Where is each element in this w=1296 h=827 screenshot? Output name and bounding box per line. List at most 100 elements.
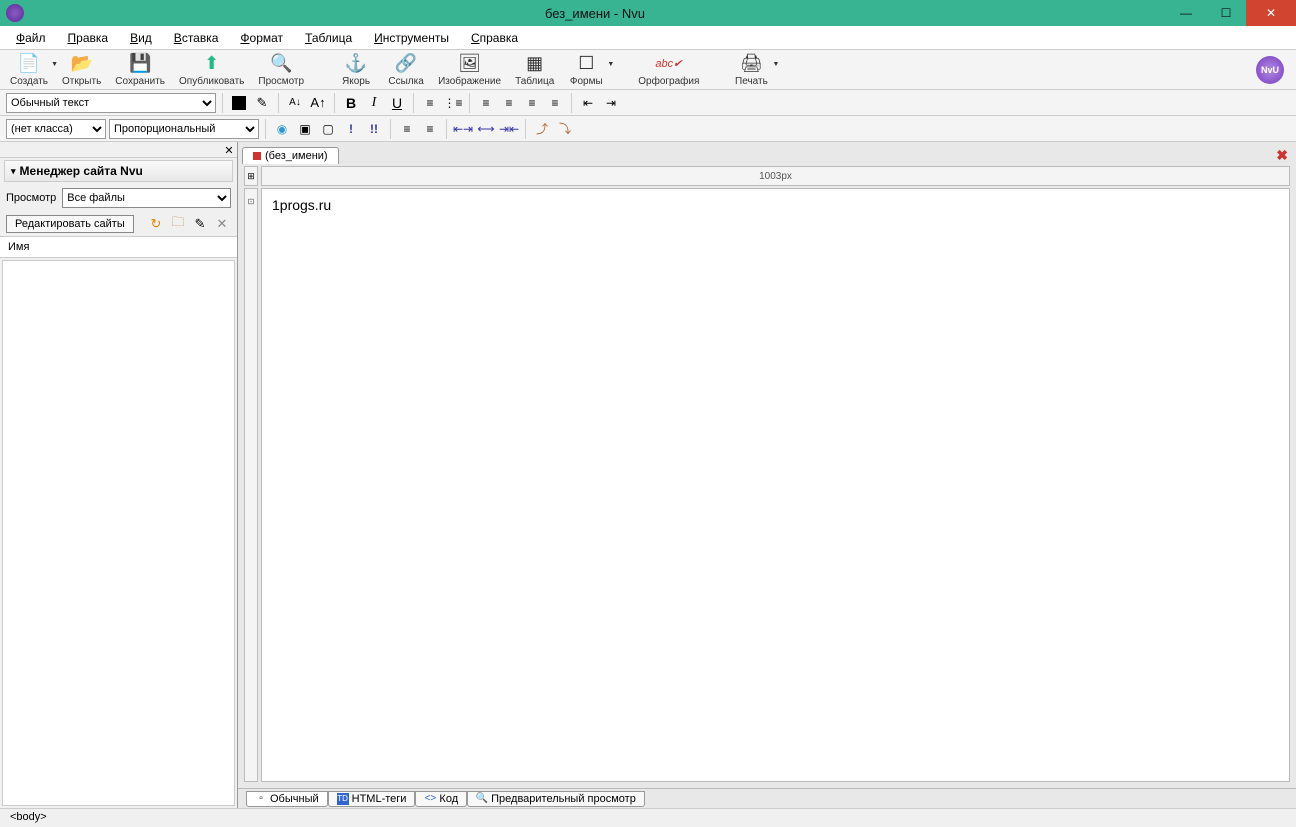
- separator: [525, 119, 526, 139]
- bold-button[interactable]: B: [341, 93, 361, 113]
- emphasis-button[interactable]: ◉: [272, 119, 292, 139]
- separator: [446, 119, 447, 139]
- strong-button[interactable]: ▣: [295, 119, 315, 139]
- unordered-list-button[interactable]: ⋮≡: [443, 93, 463, 113]
- align-right-button[interactable]: ≡: [522, 93, 542, 113]
- align-center-button[interactable]: ≡: [499, 93, 519, 113]
- modified-indicator-icon: [253, 152, 261, 160]
- editor-canvas[interactable]: 1progs.ru: [261, 188, 1290, 782]
- ordered-list-button[interactable]: ≡: [420, 93, 440, 113]
- font-select[interactable]: Пропорциональный: [109, 119, 259, 139]
- paragraph-style-select[interactable]: Обычный текст: [6, 93, 216, 113]
- class-select[interactable]: (нет класса): [6, 119, 106, 139]
- italic-button[interactable]: I: [364, 93, 384, 113]
- save-icon: 💾: [129, 53, 151, 75]
- view-tab-tags[interactable]: TD HTML-теги: [328, 791, 416, 807]
- publish-button[interactable]: ⬆ Опубликовать: [173, 51, 250, 89]
- new-icon: 📄: [18, 53, 40, 75]
- form-button[interactable]: ☐ Формы ▼: [562, 51, 610, 89]
- menu-view[interactable]: Вид: [120, 28, 162, 48]
- edit-sites-button[interactable]: Редактировать сайты: [6, 215, 134, 233]
- underline-button[interactable]: U: [387, 93, 407, 113]
- editor-area: (без_имени) ✖ ⊞ 1003px ⊡ 1progs.ru ▫ Обы…: [238, 142, 1296, 808]
- ruler-corner[interactable]: ⊞: [244, 166, 258, 186]
- document-content[interactable]: 1progs.ru: [272, 197, 331, 213]
- browse-button[interactable]: 🔍 Просмотр: [252, 51, 310, 89]
- separator: [222, 93, 223, 113]
- sidebar-header[interactable]: ▾ Менеджер сайта Nvu: [4, 160, 233, 182]
- open-icon: 📂: [71, 53, 93, 75]
- close-tabs-button[interactable]: ✖: [1276, 147, 1288, 164]
- outdent-button[interactable]: ⇤: [578, 93, 598, 113]
- print-button[interactable]: 🖨 Печать ▼: [727, 51, 775, 89]
- dl-button[interactable]: ≡: [397, 119, 417, 139]
- menu-insert[interactable]: Вставка: [164, 28, 229, 48]
- minimize-button[interactable]: —: [1166, 0, 1206, 26]
- form-icon: ☐: [575, 53, 597, 75]
- title-bar: без_имени - Nvu — ☐ ✕: [0, 0, 1296, 26]
- abs-pos-button[interactable]: ⇤⇥: [453, 119, 473, 139]
- menu-tools[interactable]: Инструменты: [364, 28, 459, 48]
- menu-edit[interactable]: Правка: [58, 28, 119, 48]
- image-button[interactable]: 🖼 Изображение: [432, 51, 507, 89]
- maximize-button[interactable]: ☐: [1206, 0, 1246, 26]
- page-icon: ▫: [255, 793, 267, 805]
- site-list[interactable]: [2, 260, 235, 806]
- code-icon: <>: [424, 793, 436, 805]
- em-button[interactable]: ▢: [318, 119, 338, 139]
- view-tab-normal[interactable]: ▫ Обычный: [246, 791, 328, 807]
- layer-send-button[interactable]: !: [341, 119, 361, 139]
- separator: [571, 93, 572, 113]
- color-swatch-icon: [232, 96, 246, 110]
- nvu-logo: NvU: [1256, 56, 1284, 84]
- menu-bar: Файл Правка Вид Вставка Формат Таблица И…: [0, 26, 1296, 50]
- folder-icon[interactable]: 🗀: [169, 215, 187, 233]
- sidebar-close-button[interactable]: ✕: [221, 142, 237, 158]
- anchor-icon: ⚓: [345, 53, 367, 75]
- highlight-button[interactable]: ✎: [252, 93, 272, 113]
- grid-button[interactable]: ⇥⇤: [499, 119, 519, 139]
- chevron-down-icon: ▾: [11, 166, 16, 177]
- save-button[interactable]: 💾 Сохранить: [109, 51, 171, 89]
- menu-file[interactable]: Файл: [6, 28, 56, 48]
- delete-icon[interactable]: ✕: [213, 215, 231, 233]
- text-color-button[interactable]: [229, 93, 249, 113]
- anchor-button[interactable]: ⚓ Якорь: [332, 51, 380, 89]
- list-column-header[interactable]: Имя: [0, 236, 237, 258]
- view-tab-preview[interactable]: 🔍 Предварительный просмотр: [467, 791, 645, 807]
- horizontal-ruler[interactable]: 1003px: [261, 166, 1290, 186]
- align-justify-button[interactable]: ≡: [545, 93, 565, 113]
- view-filter-select[interactable]: Все файлы: [62, 188, 231, 208]
- close-button[interactable]: ✕: [1246, 0, 1296, 26]
- new-button[interactable]: 📄 Создать ▼: [4, 51, 54, 89]
- menu-format[interactable]: Формат: [230, 28, 293, 48]
- decrease-font-button[interactable]: A↓: [285, 93, 305, 113]
- send-back-button[interactable]: ⤵: [555, 119, 575, 139]
- layer-bring-button[interactable]: !!: [364, 119, 384, 139]
- document-tab[interactable]: (без_имени): [242, 147, 339, 164]
- spell-button[interactable]: abc✔ Орфография: [632, 51, 705, 89]
- separator: [334, 93, 335, 113]
- dt-button[interactable]: ≡: [420, 119, 440, 139]
- snap-button[interactable]: ⟷: [476, 119, 496, 139]
- increase-font-button[interactable]: A↑: [308, 93, 328, 113]
- indent-button[interactable]: ⇥: [601, 93, 621, 113]
- align-left-button[interactable]: ≡: [476, 93, 496, 113]
- view-label: Просмотр: [6, 192, 56, 204]
- link-button[interactable]: 🔗 Ссылка: [382, 51, 430, 89]
- menu-table[interactable]: Таблица: [295, 28, 362, 48]
- separator: [278, 93, 279, 113]
- vertical-ruler[interactable]: ⊡: [244, 188, 258, 782]
- chevron-down-icon[interactable]: ▼: [772, 61, 779, 68]
- view-mode-tabs: ▫ Обычный TD HTML-теги <> Код 🔍 Предвари…: [238, 788, 1296, 808]
- bring-front-button[interactable]: ⤴: [532, 119, 552, 139]
- view-tab-source[interactable]: <> Код: [415, 791, 467, 807]
- refresh-icon[interactable]: ↻: [147, 215, 165, 233]
- spell-icon: abc✔: [658, 53, 680, 75]
- table-button[interactable]: ▦ Таблица: [509, 51, 560, 89]
- open-button[interactable]: 📂 Открыть: [56, 51, 107, 89]
- separator: [469, 93, 470, 113]
- menu-help[interactable]: Справка: [461, 28, 528, 48]
- edit-icon[interactable]: ✎: [191, 215, 209, 233]
- chevron-down-icon[interactable]: ▼: [607, 61, 614, 68]
